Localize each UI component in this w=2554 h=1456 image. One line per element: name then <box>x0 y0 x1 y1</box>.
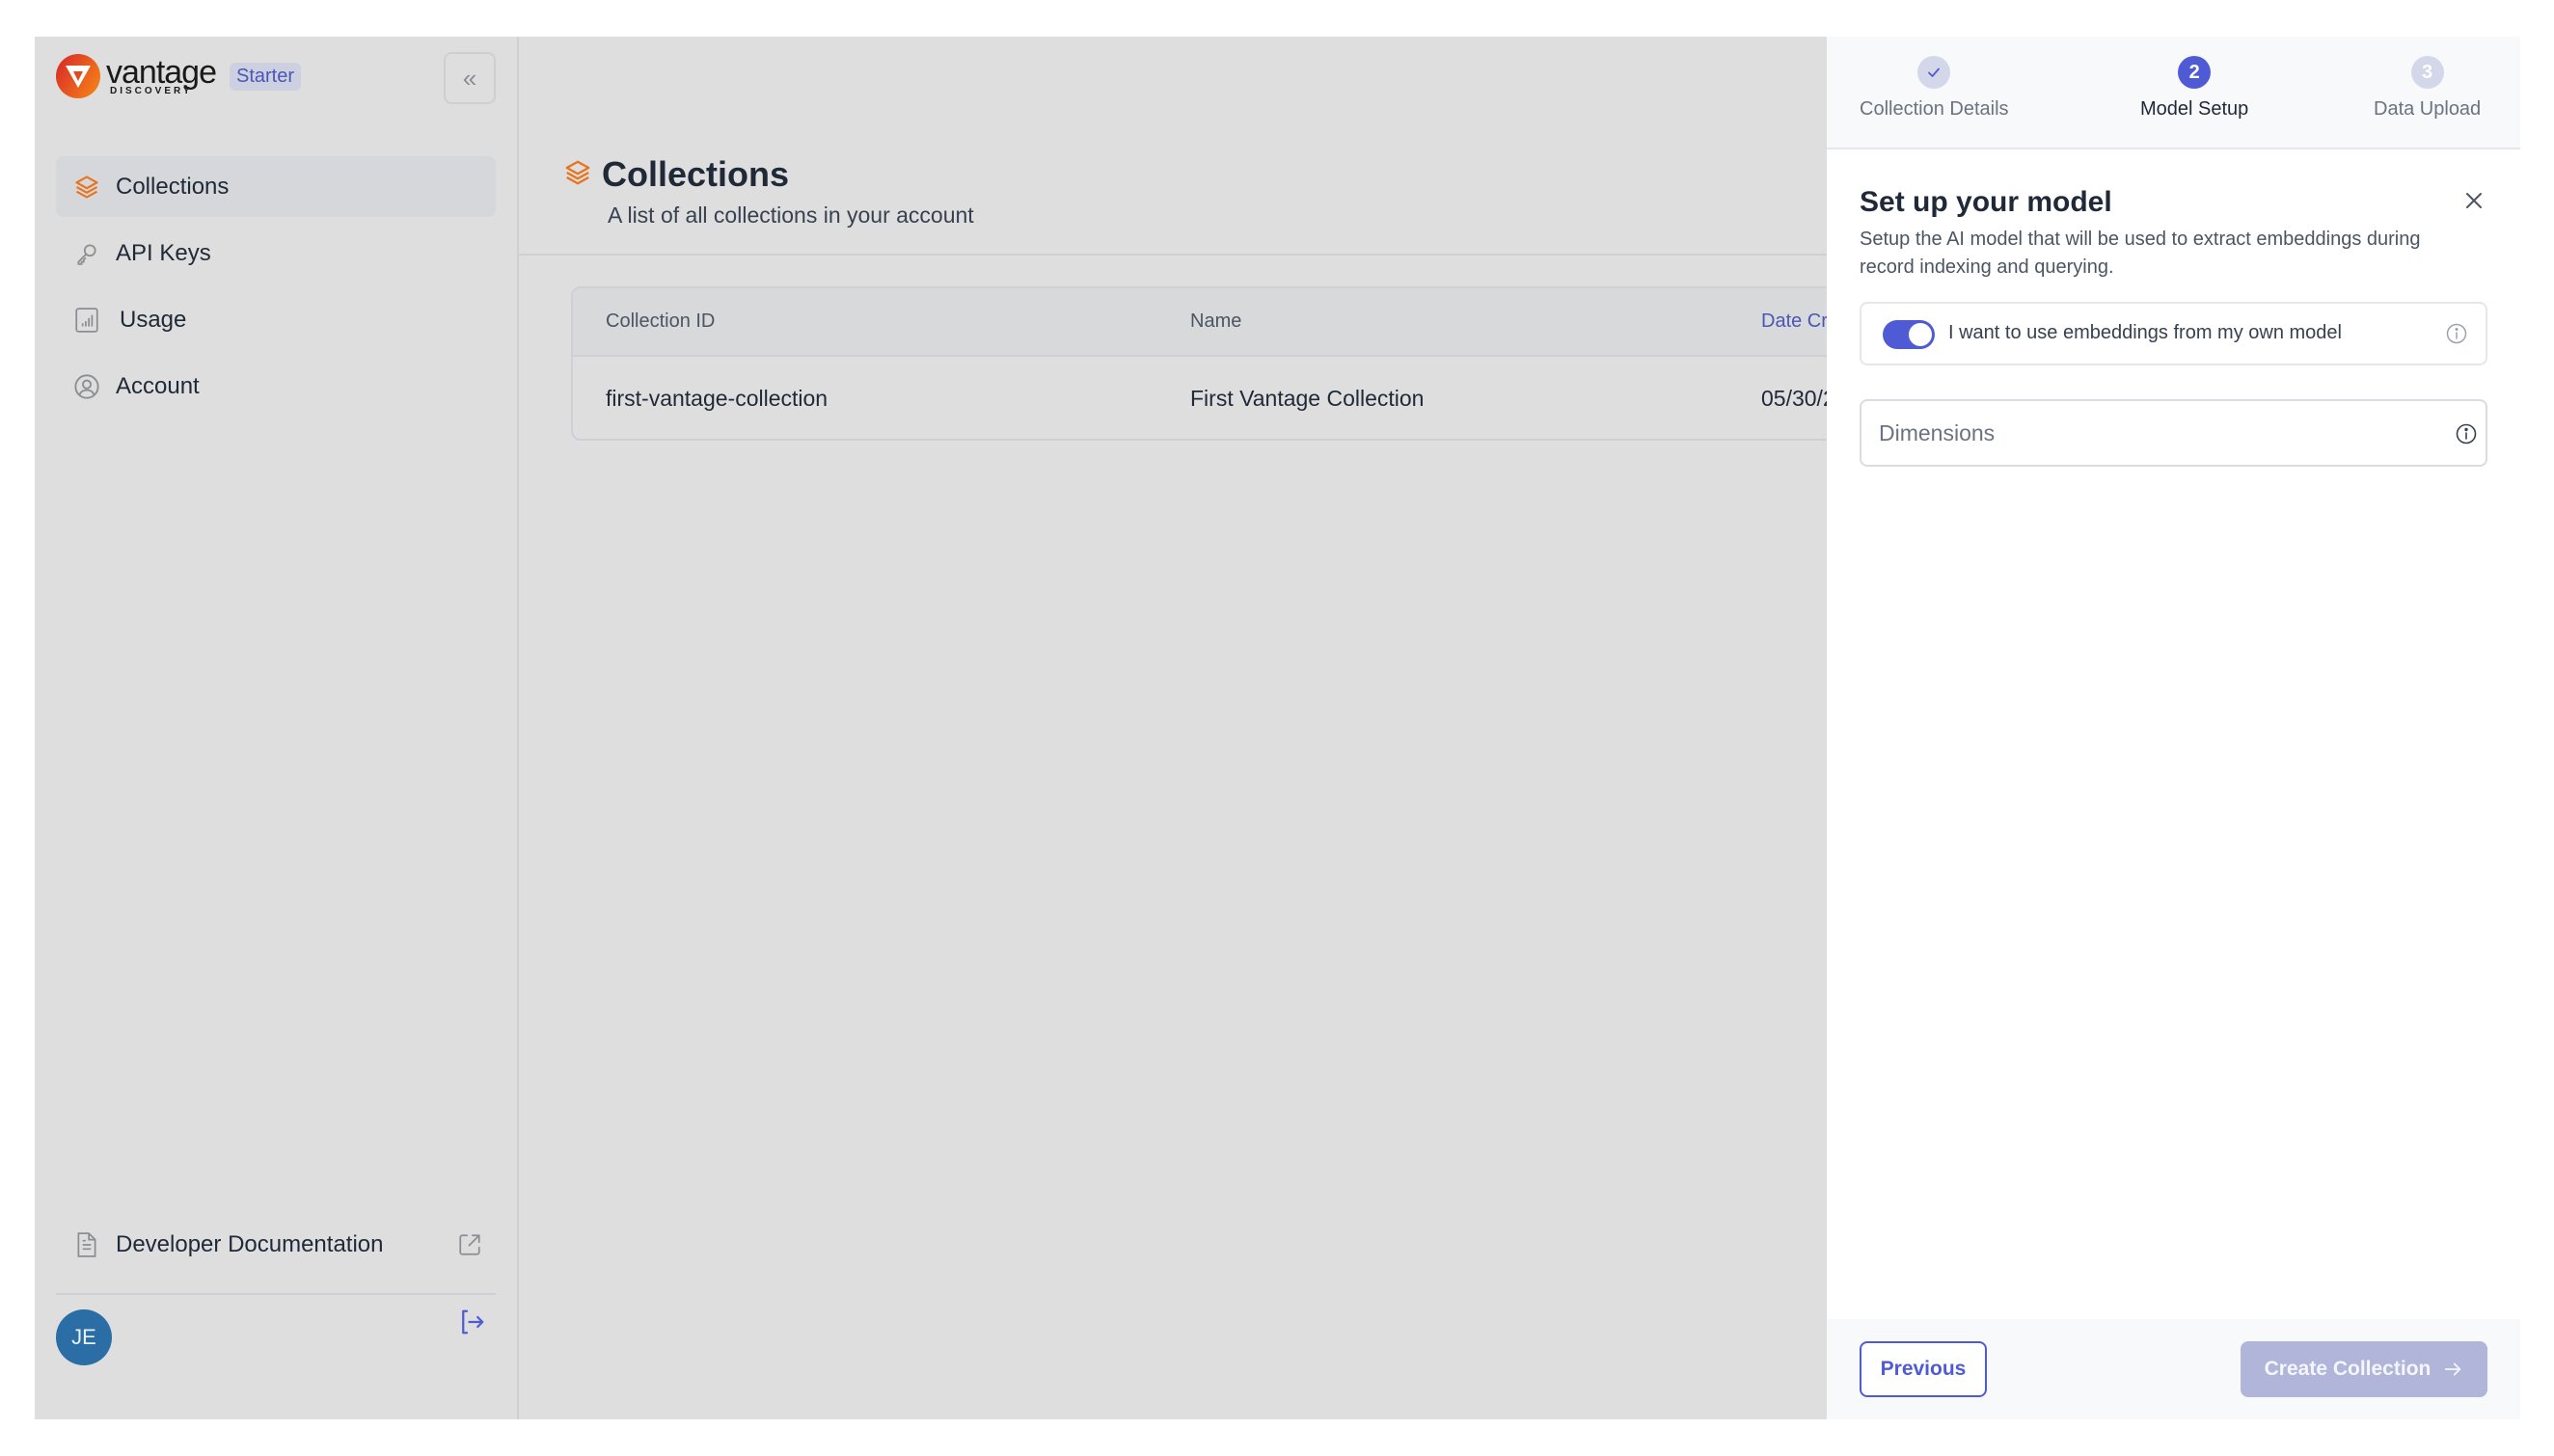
table-row[interactable]: first-vantage-collection First Vantage C… <box>573 357 1827 439</box>
panel-description: Setup the AI model that will be used to … <box>1860 229 2421 278</box>
step-complete-badge <box>1917 56 1951 89</box>
page-title: Collections <box>602 154 790 194</box>
table-header: Collection ID Name Date Created <box>573 288 1827 357</box>
panel-footer: Previous Create Collection <box>1827 1319 2520 1419</box>
toggle-knob <box>1909 323 1932 346</box>
page-header: Collections A list of all collections in… <box>519 37 1827 256</box>
step-model-setup[interactable]: 2 Model Setup <box>2140 56 2248 121</box>
step-number-badge: 3 <box>2410 56 2444 89</box>
step-label: Collection Details <box>1860 98 2009 120</box>
arrow-right-icon <box>2445 1362 2461 1376</box>
own-model-toggle-row: I want to use embeddings from my own mod… <box>1860 302 2487 365</box>
collections-table: Collection ID Name Date Created first-va… <box>571 286 1827 441</box>
key-icon <box>73 240 100 267</box>
info-icon[interactable] <box>2445 322 2468 345</box>
own-model-toggle[interactable] <box>1883 320 1935 349</box>
step-label: Data Upload <box>2374 98 2482 120</box>
sidebar-item-account[interactable]: Account <box>56 356 496 417</box>
logout-icon <box>457 1309 486 1340</box>
step-label: Model Setup <box>2140 98 2249 120</box>
sidebar-item-collections[interactable]: Collections <box>56 156 496 217</box>
user-circle-icon <box>73 373 100 400</box>
chevrons-left-icon: « <box>462 63 477 93</box>
cell-collection-id: first-vantage-collection <box>606 386 829 411</box>
create-collection-label: Create Collection <box>2264 1358 2432 1380</box>
close-panel-button[interactable] <box>2462 189 2491 218</box>
brand-subname: DISCOVERY <box>110 86 193 96</box>
cell-date-created: 05/30/2024 <box>1761 386 1827 411</box>
previous-button[interactable]: Previous <box>1860 1341 1987 1397</box>
sidebar: vantage DISCOVERY Starter « Collections <box>35 37 519 1419</box>
sidebar-item-api-keys[interactable]: API Keys <box>56 223 496 283</box>
brand-name: vantage <box>106 54 217 91</box>
sidebar-nav: Collections API Keys Usage Account <box>56 156 496 422</box>
app-window: vantage DISCOVERY Starter « Collections <box>35 37 2520 1419</box>
external-link-icon <box>457 1232 482 1264</box>
brand-logo[interactable]: vantage DISCOVERY Starter <box>56 54 302 98</box>
panel-title: Set up your model <box>1860 186 2112 218</box>
sidebar-item-label: Usage <box>120 306 187 333</box>
create-collection-button[interactable]: Create Collection <box>2241 1341 2487 1397</box>
layers-icon <box>563 158 592 192</box>
collapse-sidebar-button[interactable]: « <box>444 52 496 104</box>
vantage-logo-icon <box>56 54 100 98</box>
page-subtitle: A list of all collections in your accoun… <box>608 202 974 228</box>
plan-badge: Starter <box>230 62 302 91</box>
column-header-collection-id[interactable]: Collection ID <box>606 288 715 355</box>
document-icon <box>73 1231 100 1258</box>
sidebar-divider <box>56 1293 496 1295</box>
column-header-date-created[interactable]: Date Created <box>1761 288 1827 355</box>
step-collection-details[interactable]: Collection Details <box>1860 56 2009 121</box>
stepper: Collection Details 2 Model Setup 3 Data … <box>1827 37 2520 149</box>
main-content: Collections A list of all collections in… <box>519 37 1827 1419</box>
create-collection-panel: Collection Details 2 Model Setup 3 Data … <box>1827 37 2520 1419</box>
info-icon[interactable] <box>2455 422 2478 445</box>
sidebar-item-label: API Keys <box>116 239 211 266</box>
developer-documentation-link[interactable]: Developer Documentation <box>56 1221 496 1269</box>
layers-icon <box>73 174 100 201</box>
check-icon <box>1928 67 1941 77</box>
bar-chart-icon <box>73 307 100 334</box>
step-data-upload[interactable]: 3 Data Upload <box>2374 56 2481 121</box>
step-number-badge: 2 <box>2178 56 2212 89</box>
own-model-toggle-label: I want to use embeddings from my own mod… <box>1948 322 2342 343</box>
sidebar-item-label: Collections <box>116 173 230 200</box>
close-icon <box>2466 193 2482 208</box>
dimensions-input[interactable] <box>1860 399 2487 467</box>
user-avatar[interactable]: JE <box>56 1309 112 1365</box>
developer-documentation-label: Developer Documentation <box>116 1231 384 1257</box>
column-header-name[interactable]: Name <box>1190 288 1241 355</box>
sidebar-item-usage[interactable]: Usage <box>56 289 496 350</box>
cell-name: First Vantage Collection <box>1190 386 1425 411</box>
sidebar-item-label: Account <box>116 372 200 399</box>
logout-button[interactable] <box>457 1308 486 1336</box>
